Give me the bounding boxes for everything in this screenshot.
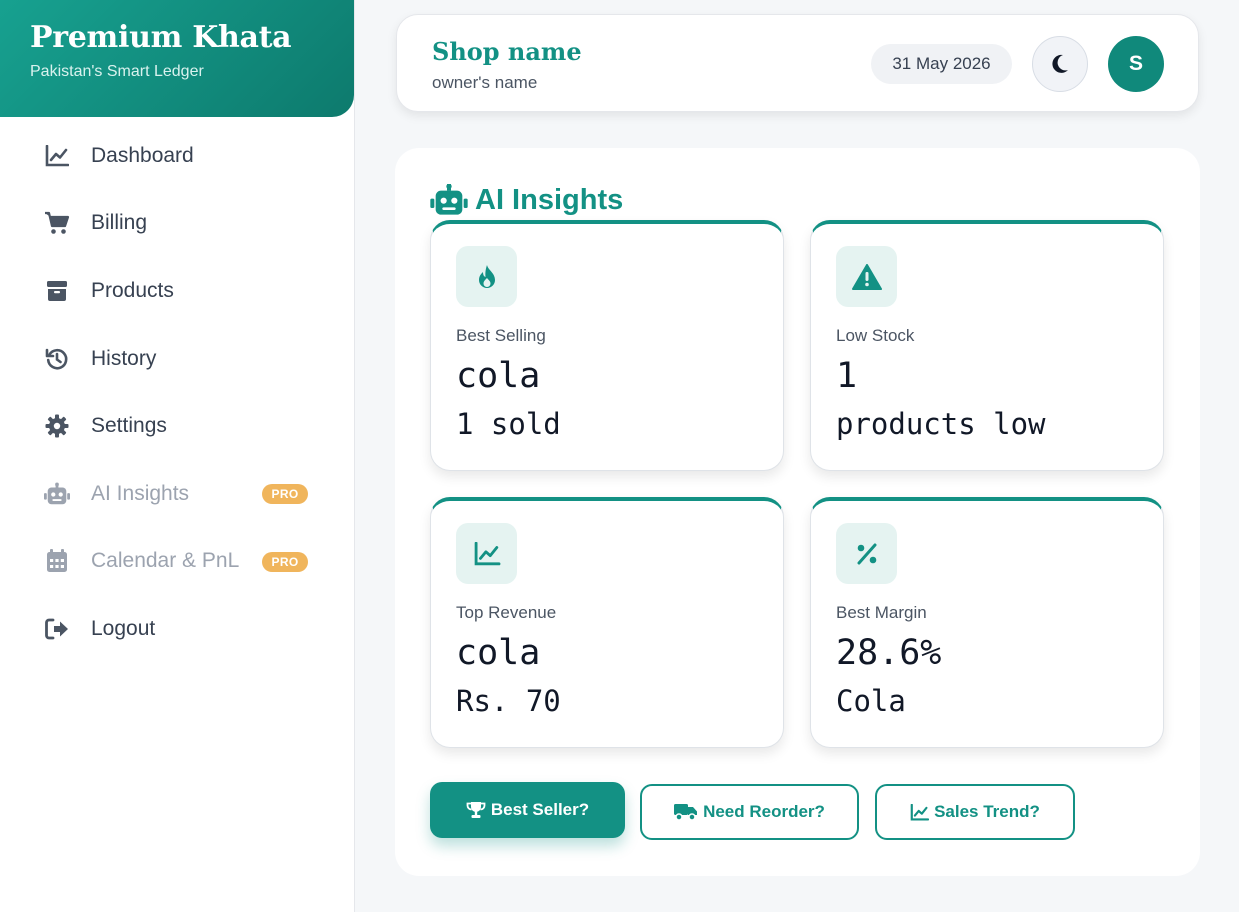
low-stock-card: Low Stock 1 products low <box>810 220 1164 471</box>
sidebar-item-label: AI Insights <box>91 481 190 505</box>
trophy-icon <box>466 801 486 819</box>
sales-trend-button[interactable]: Sales Trend? <box>875 784 1075 840</box>
pro-badge: PRO <box>262 483 308 504</box>
robot-icon <box>430 183 468 217</box>
percent-icon <box>836 523 897 584</box>
sidebar-item-products[interactable]: Products <box>0 257 354 325</box>
button-label: Need Reorder? <box>703 802 825 821</box>
top-revenue-card: Top Revenue cola Rs. 70 <box>430 497 784 748</box>
panel-title: AI Insights <box>430 183 623 217</box>
logout-icon <box>44 616 70 642</box>
sidebar: Premium Khata Pakistan's Smart Ledger Da… <box>0 0 355 912</box>
brand-title: Premium Khata <box>30 20 292 55</box>
owner-name: owner's name <box>432 73 538 92</box>
card-label: Low Stock <box>836 326 915 345</box>
card-label: Best Selling <box>456 326 546 345</box>
card-subvalue: Cola <box>836 684 906 718</box>
gear-icon <box>44 413 70 439</box>
sidebar-nav: Dashboard Billing Products History Setti… <box>0 122 354 663</box>
sidebar-item-settings[interactable]: Settings <box>0 392 354 460</box>
brand-header: Premium Khata Pakistan's Smart Ledger <box>0 0 354 117</box>
sidebar-item-label: Calendar & PnL <box>91 549 240 573</box>
card-subvalue: 1 sold <box>456 407 561 441</box>
card-value: cola <box>456 633 541 673</box>
warning-icon <box>836 246 897 307</box>
card-label: Top Revenue <box>456 603 557 622</box>
box-icon <box>44 278 70 304</box>
chart-line-icon <box>910 803 930 821</box>
avatar[interactable]: S <box>1108 36 1164 92</box>
sidebar-item-label: Settings <box>91 414 167 438</box>
sidebar-item-billing[interactable]: Billing <box>0 190 354 258</box>
best-selling-card: Best Selling cola 1 sold <box>430 220 784 471</box>
best-seller-button[interactable]: Best Seller? <box>430 782 625 838</box>
sidebar-item-calendar-pnl[interactable]: Calendar & PnL PRO <box>0 528 354 596</box>
sidebar-item-label: Billing <box>91 211 148 235</box>
cart-icon <box>44 210 70 236</box>
card-value: 28.6% <box>836 633 942 673</box>
sidebar-item-label: Dashboard <box>91 143 194 167</box>
top-header: Shop name owner's name 31 May 2026 S <box>396 14 1199 112</box>
sidebar-item-label: Products <box>91 278 174 302</box>
panel-title-label: AI Insights <box>475 183 624 216</box>
chart-line-icon <box>44 143 70 169</box>
theme-toggle-button[interactable] <box>1032 36 1088 92</box>
pro-badge: PRO <box>262 551 308 572</box>
sidebar-item-dashboard[interactable]: Dashboard <box>0 122 354 190</box>
sidebar-item-ai-insights[interactable]: AI Insights PRO <box>0 460 354 528</box>
card-subvalue: products low <box>836 407 1046 441</box>
brand-subtitle: Pakistan's Smart Ledger <box>30 63 204 80</box>
truck-icon <box>674 803 698 821</box>
best-margin-card: Best Margin 28.6% Cola <box>810 497 1164 748</box>
sidebar-item-logout[interactable]: Logout <box>0 595 354 663</box>
card-value: cola <box>456 356 541 396</box>
button-label: Best Seller? <box>490 800 590 819</box>
calendar-icon <box>44 548 70 574</box>
moon-icon <box>1051 54 1069 74</box>
card-value: 1 <box>836 356 858 396</box>
card-subvalue: Rs. 70 <box>456 684 561 718</box>
fire-icon <box>456 246 517 307</box>
need-reorder-button[interactable]: Need Reorder? <box>640 784 859 840</box>
chart-line-icon <box>456 523 517 584</box>
ai-insights-panel: AI Insights Best Selling cola 1 sold Low… <box>395 148 1200 876</box>
date-display: 31 May 2026 <box>871 44 1012 84</box>
shop-name: Shop name <box>432 37 582 66</box>
history-icon <box>44 346 70 372</box>
sidebar-item-label: History <box>91 346 157 370</box>
sidebar-item-label: Logout <box>91 616 156 640</box>
sidebar-item-history[interactable]: History <box>0 325 354 393</box>
button-label: Sales Trend? <box>934 802 1040 821</box>
card-label: Best Margin <box>836 603 927 622</box>
robot-icon <box>44 481 70 507</box>
